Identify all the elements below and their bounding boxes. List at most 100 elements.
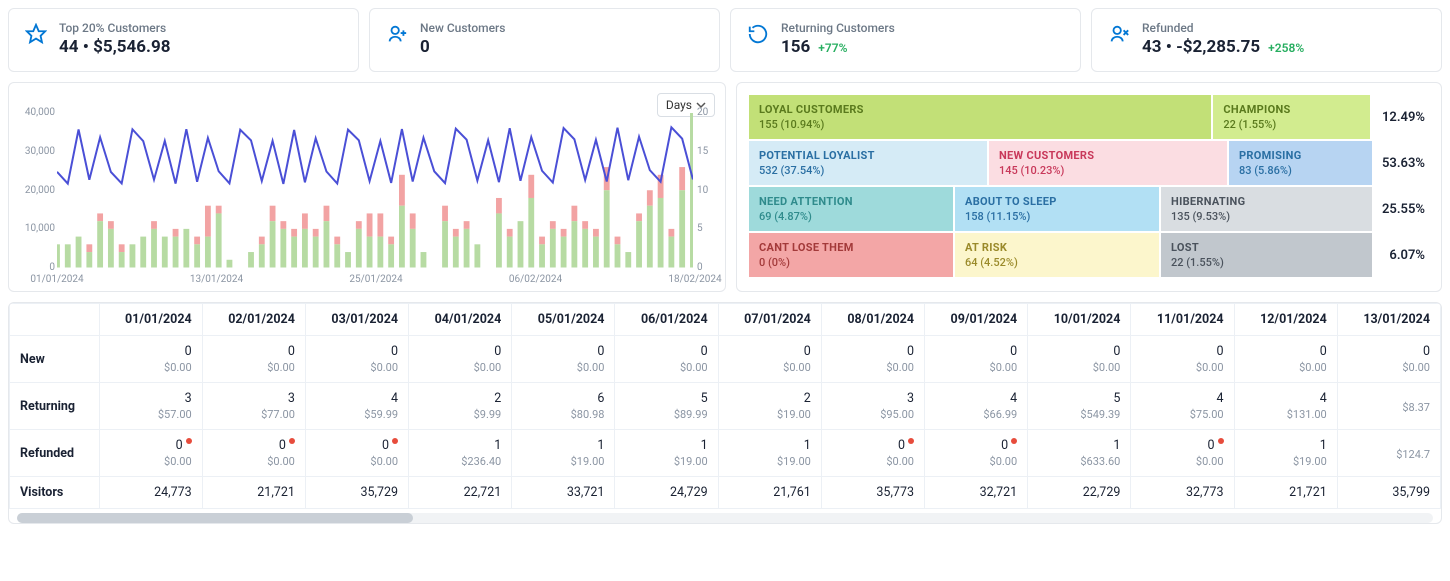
table-cell: 5$89.99: [615, 383, 718, 430]
table-cell: 0$0.00: [1234, 336, 1337, 383]
table-cell: 1$633.60: [1028, 430, 1131, 477]
table-cell: 22,721: [409, 477, 512, 509]
kpi-refunded[interactable]: Refunded 43 • -$2,285.75 +258%: [1091, 8, 1442, 72]
segment-row: POTENTIAL LOYALIST532 (37.54%)NEW CUSTOM…: [749, 141, 1429, 185]
table-cell: 24,729: [615, 477, 718, 509]
segment-subtitle: 69 (4.87%): [759, 210, 943, 223]
y-right-tick: 15: [697, 146, 719, 157]
segment-subtitle: 155 (10.94%): [759, 118, 1201, 131]
x-tick: 18/02/2024: [668, 274, 721, 285]
kpi-returning[interactable]: Returning Customers 156+77%: [730, 8, 1081, 72]
segment-row: CANT LOSE THEM0 (0%) AT RISK 64 (4.52%) LOS…: [749, 233, 1429, 277]
kpi-value: 43 • -$2,285.75: [1142, 37, 1260, 57]
segment-cell[interactable]: PROMISING 83 (5.86%): [1229, 141, 1372, 185]
segment-cell[interactable]: HIBERNATING135 (9.53%): [1161, 187, 1372, 231]
table-cell: 0$0.00: [821, 430, 924, 477]
table-cell: 33,721: [512, 477, 615, 509]
table-cell: 32,721: [925, 477, 1028, 509]
segment-title: LOST: [1171, 241, 1362, 254]
table-col-date: 11/01/2024: [1131, 304, 1234, 336]
refresh-icon: [747, 23, 769, 45]
table-cell: 0$0.00: [305, 336, 408, 383]
table-cell: 35,729: [305, 477, 408, 509]
table-cell: 2$19.00: [718, 383, 821, 430]
table-cell: 0$0.00: [1337, 336, 1440, 383]
x-tick: 13/01/2024: [190, 274, 243, 285]
user-plus-icon: [386, 23, 408, 45]
segment-title: NEW CUSTOMERS: [999, 149, 1217, 162]
table-cell: 5$549.39: [1028, 383, 1131, 430]
kpi-label: New Customers: [420, 21, 505, 35]
table-cell: 4$66.99: [925, 383, 1028, 430]
kpi-label: Refunded: [1142, 21, 1304, 35]
table-cell: 0$0.00: [409, 336, 512, 383]
table-col-date: 10/01/2024: [1028, 304, 1131, 336]
table-row: Visitors24,77321,72135,72922,72133,72124…: [10, 477, 1441, 509]
table-cell: 1$236.40: [409, 430, 512, 477]
table-row: Refunded0$0.000$0.000$0.001$236.401$19.0…: [10, 430, 1441, 477]
scrollbar-thumb[interactable]: [17, 513, 413, 523]
table-cell: 0$0.00: [99, 430, 202, 477]
table-cell: 24,773: [99, 477, 202, 509]
segment-cell[interactable]: LOST 22 (1.55%): [1161, 233, 1372, 277]
table-cell: 4$131.00: [1234, 383, 1337, 430]
y-left-tick: 40,000: [17, 107, 55, 118]
segment-cell[interactable]: POTENTIAL LOYALIST532 (37.54%): [749, 141, 987, 185]
table-cell: 3$77.00: [202, 383, 305, 430]
kpi-delta: +258%: [1268, 41, 1304, 55]
kpi-label: Top 20% Customers: [59, 21, 170, 35]
segment-subtitle: 64 (4.52%): [965, 256, 1149, 269]
segment-pct: 6.07%: [1374, 233, 1429, 277]
table-cell: 0$0.00: [615, 336, 718, 383]
horizontal-scrollbar[interactable]: [17, 513, 1433, 523]
table-col-date: 07/01/2024: [718, 304, 821, 336]
y-right-tick: 0: [697, 262, 719, 273]
segment-pct: 53.63%: [1374, 141, 1429, 185]
table-row-label: Refunded: [10, 430, 100, 477]
kpi-top20[interactable]: Top 20% Customers 44 • $5,546.98: [8, 8, 359, 72]
table-row-label: Returning: [10, 383, 100, 430]
table-cell: 0$0.00: [925, 430, 1028, 477]
segment-cell[interactable]: CHAMPIONS22 (1.55%): [1213, 95, 1369, 139]
segment-cell[interactable]: AT RISK 64 (4.52%): [955, 233, 1159, 277]
segment-cell[interactable]: NEW CUSTOMERS 145 (10.23%): [989, 141, 1227, 185]
table-cell: 22,729: [1028, 477, 1131, 509]
segment-title: NEED ATTENTION: [759, 195, 943, 208]
segment-cell[interactable]: CANT LOSE THEM0 (0%): [749, 233, 953, 277]
segment-subtitle: 22 (1.55%): [1171, 256, 1362, 269]
alert-dot-icon: [289, 438, 295, 444]
kpi-new[interactable]: New Customers 0: [369, 8, 720, 72]
kpi-value: 0: [420, 37, 505, 57]
table-cell: 35,773: [821, 477, 924, 509]
segment-pct: 12.49%: [1372, 95, 1429, 139]
y-left-tick: 20,000: [17, 185, 55, 196]
table-cell: 1$19.00: [615, 430, 718, 477]
y-right-tick: 10: [697, 185, 719, 196]
alert-dot-icon: [1011, 438, 1017, 444]
table-col-date: 06/01/2024: [615, 304, 718, 336]
segment-title: PROMISING: [1239, 149, 1362, 162]
segments-grid: LOYAL CUSTOMERS155 (10.94%)CHAMPIONS22 (…: [736, 82, 1442, 292]
table-cell: 0$0.00: [718, 336, 821, 383]
segment-subtitle: 83 (5.86%): [1239, 164, 1362, 177]
user-x-icon: [1108, 23, 1130, 45]
metrics-table: 01/01/202402/01/202403/01/202404/01/2024…: [8, 302, 1442, 524]
table-row: Returning3$57.003$77.004$59.992$9.996$80…: [10, 383, 1441, 430]
segment-title: CANT LOSE THEM: [759, 241, 943, 254]
segment-cell[interactable]: LOYAL CUSTOMERS155 (10.94%): [749, 95, 1211, 139]
alert-dot-icon: [392, 438, 398, 444]
table-col-date: 09/01/2024: [925, 304, 1028, 336]
segment-subtitle: 22 (1.55%): [1223, 118, 1359, 131]
table-cell: 1$19.00: [512, 430, 615, 477]
segment-subtitle: 135 (9.53%): [1171, 210, 1362, 223]
table-col-date: 01/01/2024: [99, 304, 202, 336]
segment-cell[interactable]: ABOUT TO SLEEP158 (11.15%): [955, 187, 1159, 231]
table-col-date: 02/01/2024: [202, 304, 305, 336]
table-cell: 35,799: [1337, 477, 1440, 509]
y-right-tick: 20: [697, 107, 719, 118]
segment-subtitle: 145 (10.23%): [999, 164, 1217, 177]
segment-title: AT RISK: [965, 241, 1149, 254]
segment-subtitle: 532 (37.54%): [759, 164, 977, 177]
table-row: New0$0.000$0.000$0.000$0.000$0.000$0.000…: [10, 336, 1441, 383]
segment-cell[interactable]: NEED ATTENTION 69 (4.87%): [749, 187, 953, 231]
